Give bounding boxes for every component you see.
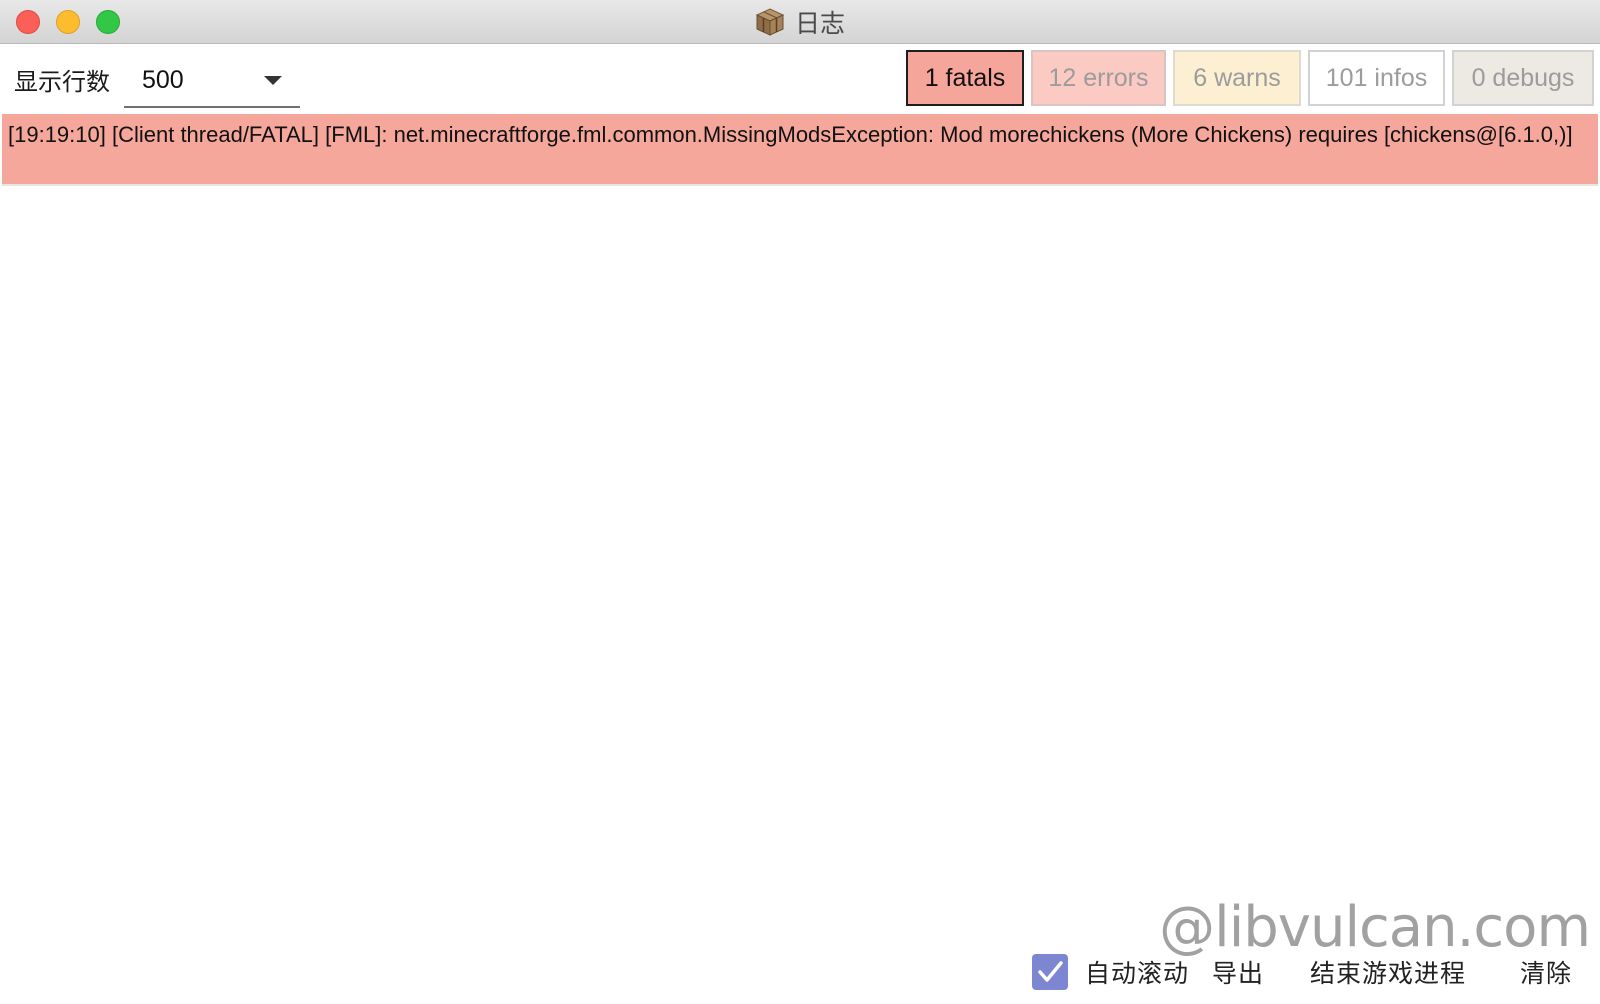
toolbar: 显示行数 500 1 fatals 12 errors 6 warns 101 … [0, 44, 1600, 114]
clear-button[interactable]: 清除 [1520, 954, 1572, 990]
filter-debug-toggle[interactable]: 0 debugs [1452, 50, 1594, 106]
kill-game-process-button[interactable]: 结束游戏进程 [1310, 954, 1466, 990]
bottom-bar: 自动滚动 导出 结束游戏进程 清除 [0, 940, 1600, 1004]
filter-error-toggle[interactable]: 12 errors [1031, 50, 1166, 106]
filter-fatal-toggle[interactable]: 1 fatals [906, 50, 1024, 106]
filter-warn-toggle[interactable]: 6 warns [1173, 50, 1301, 106]
rows-label: 显示行数 [14, 68, 110, 96]
window-title: 日志 [794, 9, 845, 38]
title-bar[interactable]: 日志 [0, 0, 1600, 44]
crafting-table-icon [755, 7, 785, 37]
checkmark-icon [1038, 961, 1063, 982]
autoscroll-label[interactable]: 自动滚动 [1085, 954, 1189, 990]
title-group: 日志 [0, 0, 1600, 44]
autoscroll-checkbox[interactable] [1032, 954, 1068, 990]
filter-info-toggle[interactable]: 101 infos [1308, 50, 1445, 106]
log-window: 日志 显示行数 500 1 fatals 12 errors 6 warns 1… [0, 0, 1600, 1004]
rows-count-select[interactable]: 500 [124, 54, 300, 108]
log-entry-fatal[interactable]: [19:19:10] [Client thread/FATAL] [FML]: … [2, 114, 1598, 186]
log-list[interactable]: [19:19:10] [Client thread/FATAL] [FML]: … [0, 114, 1600, 884]
chevron-down-icon [264, 76, 282, 85]
rows-count-value: 500 [142, 65, 184, 94]
export-button[interactable]: 导出 [1212, 954, 1264, 990]
